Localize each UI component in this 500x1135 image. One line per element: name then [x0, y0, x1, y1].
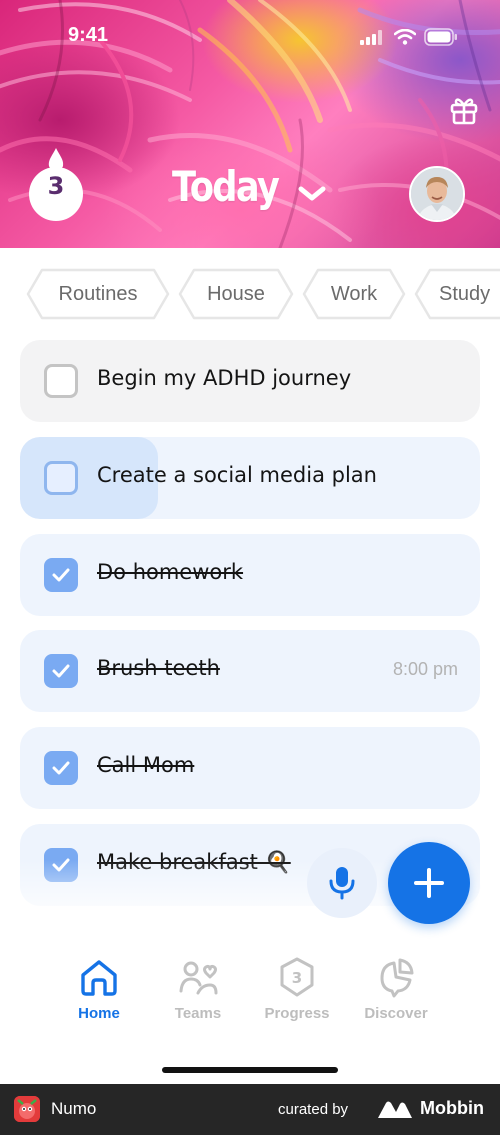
home-icon	[81, 960, 117, 996]
task-checkbox[interactable]	[44, 364, 78, 398]
task-checkbox[interactable]	[44, 558, 78, 592]
nav-item-teams[interactable]: Teams	[148, 955, 248, 1022]
nav-label: Progress	[264, 1005, 330, 1022]
app-logo-icon	[14, 1096, 40, 1122]
nav-item-home[interactable]: Home	[49, 955, 149, 1022]
status-time: 9:41	[68, 24, 109, 46]
task-row[interactable]: Brush teeth 8:00 pm	[20, 630, 480, 712]
footer-bar: Numo curated by Mobbin	[0, 1084, 500, 1135]
category-label: Study	[439, 282, 491, 305]
add-task-button[interactable]	[388, 842, 470, 924]
task-row[interactable]: Begin my ADHD journey	[20, 340, 480, 422]
checkmark-icon	[52, 568, 70, 582]
checkmark-icon	[52, 664, 70, 678]
task-label: Begin my ADHD journey	[97, 366, 352, 390]
task-label: Do homework	[97, 560, 244, 584]
task-label: Brush teeth	[97, 656, 220, 680]
wifi-icon	[394, 29, 416, 45]
category-chip-routines[interactable]: Routines	[26, 268, 170, 320]
discover-icon	[380, 958, 414, 998]
category-label: House	[207, 282, 265, 305]
mobbin-logo-icon	[378, 1101, 412, 1118]
category-chip-study[interactable]: Study	[414, 268, 500, 320]
nav-label: Teams	[174, 1005, 222, 1022]
bottom-navigation: Home Teams 3 Progress Discover	[0, 955, 500, 1035]
status-icons	[360, 28, 458, 46]
task-label: Create a social media plan	[97, 463, 377, 487]
header-background: 9:41 3 Today	[0, 0, 500, 248]
nav-item-progress[interactable]: 3 Progress	[247, 955, 347, 1022]
task-time: 8:00 pm	[392, 659, 458, 679]
brand-name: Mobbin	[420, 1098, 484, 1118]
task-row[interactable]: Do homework	[20, 534, 480, 616]
task-row[interactable]: Call Mom	[20, 727, 480, 809]
task-checkbox[interactable]	[44, 654, 78, 688]
nav-label: Home	[78, 1005, 120, 1022]
task-label: Call Mom	[97, 753, 195, 777]
gift-button[interactable]	[448, 94, 480, 126]
plus-icon	[414, 868, 444, 898]
app-name: Numo	[51, 1099, 97, 1118]
category-filter-row: Routines House Work Study	[0, 268, 500, 320]
category-label: Routines	[58, 282, 138, 305]
curated-by-label: curated by	[278, 1101, 349, 1118]
svg-text:3: 3	[292, 969, 302, 987]
nav-item-discover[interactable]: Discover	[346, 955, 446, 1022]
voice-input-button[interactable]	[307, 848, 377, 918]
category-chip-house[interactable]: House	[178, 268, 294, 320]
task-checkbox[interactable]	[44, 461, 78, 495]
category-chip-work[interactable]: Work	[302, 268, 406, 320]
chevron-down-icon[interactable]	[298, 183, 326, 203]
gift-icon	[450, 98, 478, 125]
checkmark-icon	[52, 761, 70, 775]
app-logo-artwork	[14, 1096, 40, 1122]
nav-label: Discover	[364, 1005, 428, 1022]
profile-photo	[411, 168, 463, 220]
category-label: Work	[330, 282, 378, 305]
page-title[interactable]: Today	[172, 162, 280, 211]
microphone-icon	[329, 867, 355, 900]
streak-count: 3	[47, 172, 65, 200]
teams-icon	[179, 961, 218, 995]
home-indicator	[162, 1067, 338, 1073]
progress-icon: 3	[280, 957, 314, 997]
signal-icon	[360, 30, 382, 45]
task-row[interactable]: Create a social media plan	[20, 437, 480, 519]
avatar[interactable]	[409, 166, 465, 222]
battery-icon	[424, 28, 457, 46]
task-checkbox[interactable]	[44, 751, 78, 785]
